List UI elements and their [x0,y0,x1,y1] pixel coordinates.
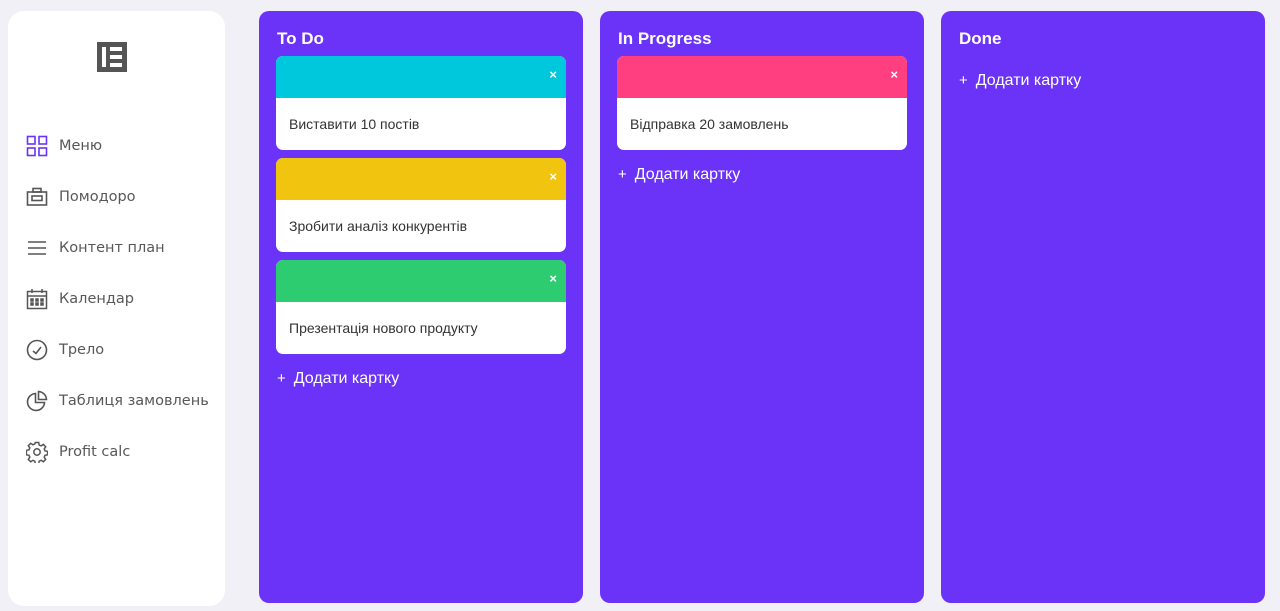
grid-icon [25,134,49,158]
card[interactable]: × Зробити аналіз конкурентів [276,158,566,252]
card-color-bar: × [276,260,566,302]
close-icon[interactable]: × [549,169,557,184]
card-text: Презентація нового продукту [289,320,478,336]
brand-logo-icon[interactable] [97,42,127,72]
calendar-icon [25,287,49,311]
card-color-bar: × [276,56,566,98]
close-icon[interactable]: × [549,271,557,286]
plus-icon: + [277,370,286,387]
card-text: Відправка 20 замовлень [630,116,789,132]
column-title: In Progress [618,29,712,48]
sidebar-item-label: Таблиця замовлень [59,392,209,409]
sidebar-item-pomodoro[interactable]: Помодоро [25,171,220,222]
sidebar: Меню Помодоро Контент план Календар Трел… [8,11,225,606]
add-card-label: Додати картку [293,370,400,387]
sidebar-item-orders-table[interactable]: Таблиця замовлень [25,375,220,426]
add-card-label: Додати картку [634,166,741,183]
card-text: Виставити 10 постів [289,116,420,132]
sidebar-nav: Меню Помодоро Контент план Календар Трел… [25,120,220,477]
card-color-bar: × [617,56,907,98]
close-icon[interactable]: × [549,67,557,82]
add-card-button[interactable]: + Додати картку [618,166,740,184]
list-icon [25,236,49,260]
close-icon[interactable]: × [890,67,898,82]
column-done: Done + Додати картку [941,11,1265,603]
add-card-button[interactable]: + Додати картку [959,72,1081,90]
add-card-button[interactable]: + Додати картку [277,370,399,388]
card-text: Зробити аналіз конкурентів [289,218,468,234]
gear-icon [25,440,49,464]
pie-chart-icon [25,389,49,413]
sidebar-item-label: Трело [59,341,105,358]
check-circle-icon [25,338,49,362]
plus-icon: + [959,72,968,89]
sidebar-item-profit-calc[interactable]: Profit calc [25,426,220,477]
column-todo: To Do × Виставити 10 постів × Зробити ан… [259,11,583,603]
card-color-bar: × [276,158,566,200]
column-title: Done [959,29,1002,48]
column-title: To Do [277,29,324,48]
sidebar-item-content-plan[interactable]: Контент план [25,222,220,273]
column-in-progress: In Progress × Відправка 20 замовлень + До… [600,11,924,603]
timer-box-icon [25,185,49,209]
sidebar-item-label: Меню [59,137,103,154]
add-card-label: Додати картку [975,72,1082,89]
card[interactable]: × Виставити 10 постів [276,56,566,150]
sidebar-item-label: Контент план [59,239,165,256]
card[interactable]: × Відправка 20 замовлень [617,56,907,150]
sidebar-item-trello[interactable]: Трело [25,324,220,375]
plus-icon: + [618,166,627,183]
sidebar-item-calendar[interactable]: Календар [25,273,220,324]
sidebar-item-label: Календар [59,290,134,307]
sidebar-item-label: Profit calc [59,443,131,460]
card[interactable]: × Презентація нового продукту [276,260,566,354]
sidebar-item-label: Помодоро [59,188,136,205]
sidebar-item-menu[interactable]: Меню [25,120,220,171]
